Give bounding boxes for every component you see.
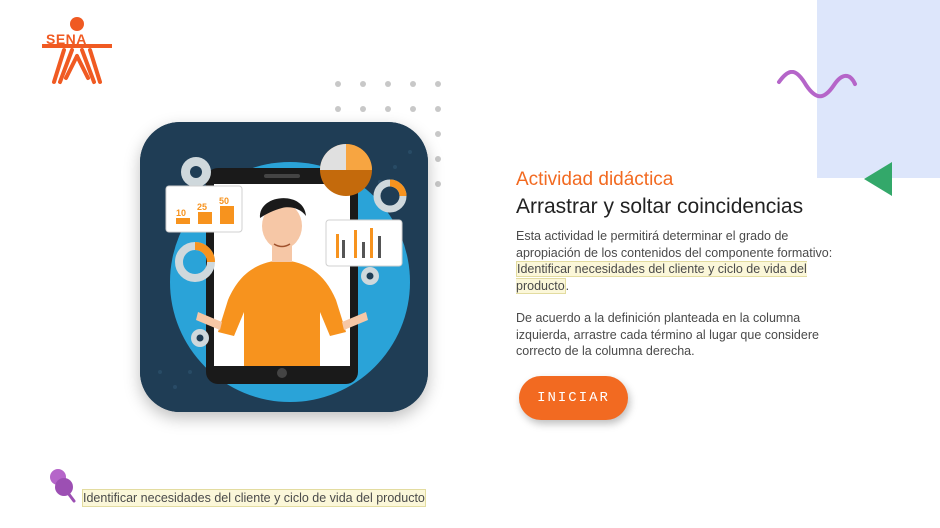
activity-description: Actividad didáctica Arrastrar y soltar c… [516,168,856,360]
sena-logo-icon [42,17,112,84]
activity-type-label: Actividad didáctica [516,169,674,190]
wave-decoration-icon [777,70,857,99]
footer-topic-note: Identificar necesidades del cliente y ci… [82,489,426,507]
pushpin-icon[interactable] [48,467,76,503]
badge-50: 50 [219,196,229,206]
start-button[interactable]: INICIAR [519,376,628,420]
instructions-paragraph: De acuerdo a la definición planteada en … [516,311,819,358]
badge-10: 10 [176,208,186,218]
intro-paragraph: Esta actividad le permitirá determinar e… [516,228,856,294]
sena-logo: SENA [40,16,114,86]
intro-period: . [565,278,570,293]
topic-highlight: Identificar necesidades del cliente y ci… [516,261,807,294]
badge-25: 25 [197,202,207,212]
triangle-decoration-icon [864,162,892,196]
activity-title: Arrastrar y soltar coincidencias [516,195,804,218]
logo-text: SENA [46,31,87,47]
activity-illustration: 10 25 50 [140,122,428,412]
intro-text: Esta actividad le permitirá determinar e… [516,229,833,260]
illustration-graphic: 10 25 50 [140,122,428,412]
